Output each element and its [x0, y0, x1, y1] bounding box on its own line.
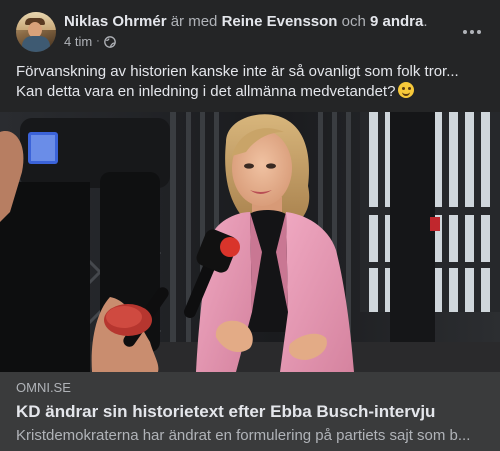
link-preview-image[interactable]	[0, 112, 500, 372]
post-text-line-1: Förvanskning av historien kanske inte är…	[16, 63, 459, 80]
feed-post: Niklas Ohrmér är med Reine Evensson och …	[0, 0, 500, 451]
author-name[interactable]: Niklas Ohrmér	[64, 13, 167, 30]
interview-photo	[0, 112, 500, 372]
more-dot	[470, 30, 474, 34]
tagged-person[interactable]: Reine Evensson	[222, 13, 338, 30]
globe-icon[interactable]	[103, 35, 116, 48]
post-text-line-2: Kan detta vara en inledning i det allmän…	[16, 82, 488, 102]
link-description: Kristdemokraterna har ändrat en formuler…	[16, 427, 471, 444]
more-dot	[463, 30, 467, 34]
more-dot	[477, 30, 481, 34]
and-text: och	[341, 13, 366, 30]
winking-face-emoji	[398, 82, 415, 98]
with-text: är med	[170, 13, 218, 30]
more-horizontal-icon[interactable]	[460, 22, 484, 42]
post-text-line-2-text: Kan detta vara en inledning i det allmän…	[16, 83, 396, 100]
period: .	[423, 13, 428, 30]
post-time[interactable]: 4 tim	[64, 33, 92, 50]
separator: ·	[96, 35, 100, 47]
avatar-body	[22, 36, 50, 52]
link-preview[interactable]: OMNI.SE KD ändrar sin historietext efter…	[0, 372, 500, 451]
post-timestamp-line: 4 tim ·	[64, 33, 444, 50]
post-author-line: Niklas Ohrmér är med Reine Evensson och …	[64, 12, 444, 31]
post-text: Förvanskning av historien kanske inte är…	[16, 62, 488, 102]
link-title[interactable]: KD ändrar sin historietext efter Ebba Bu…	[16, 401, 484, 423]
tagged-others[interactable]: 9 andra	[370, 13, 423, 30]
post-header: Niklas Ohrmér är med Reine Evensson och …	[16, 12, 484, 54]
author-avatar[interactable]	[16, 12, 56, 52]
post-meta: Niklas Ohrmér är med Reine Evensson och …	[64, 12, 444, 50]
link-domain: OMNI.SE	[16, 380, 71, 395]
